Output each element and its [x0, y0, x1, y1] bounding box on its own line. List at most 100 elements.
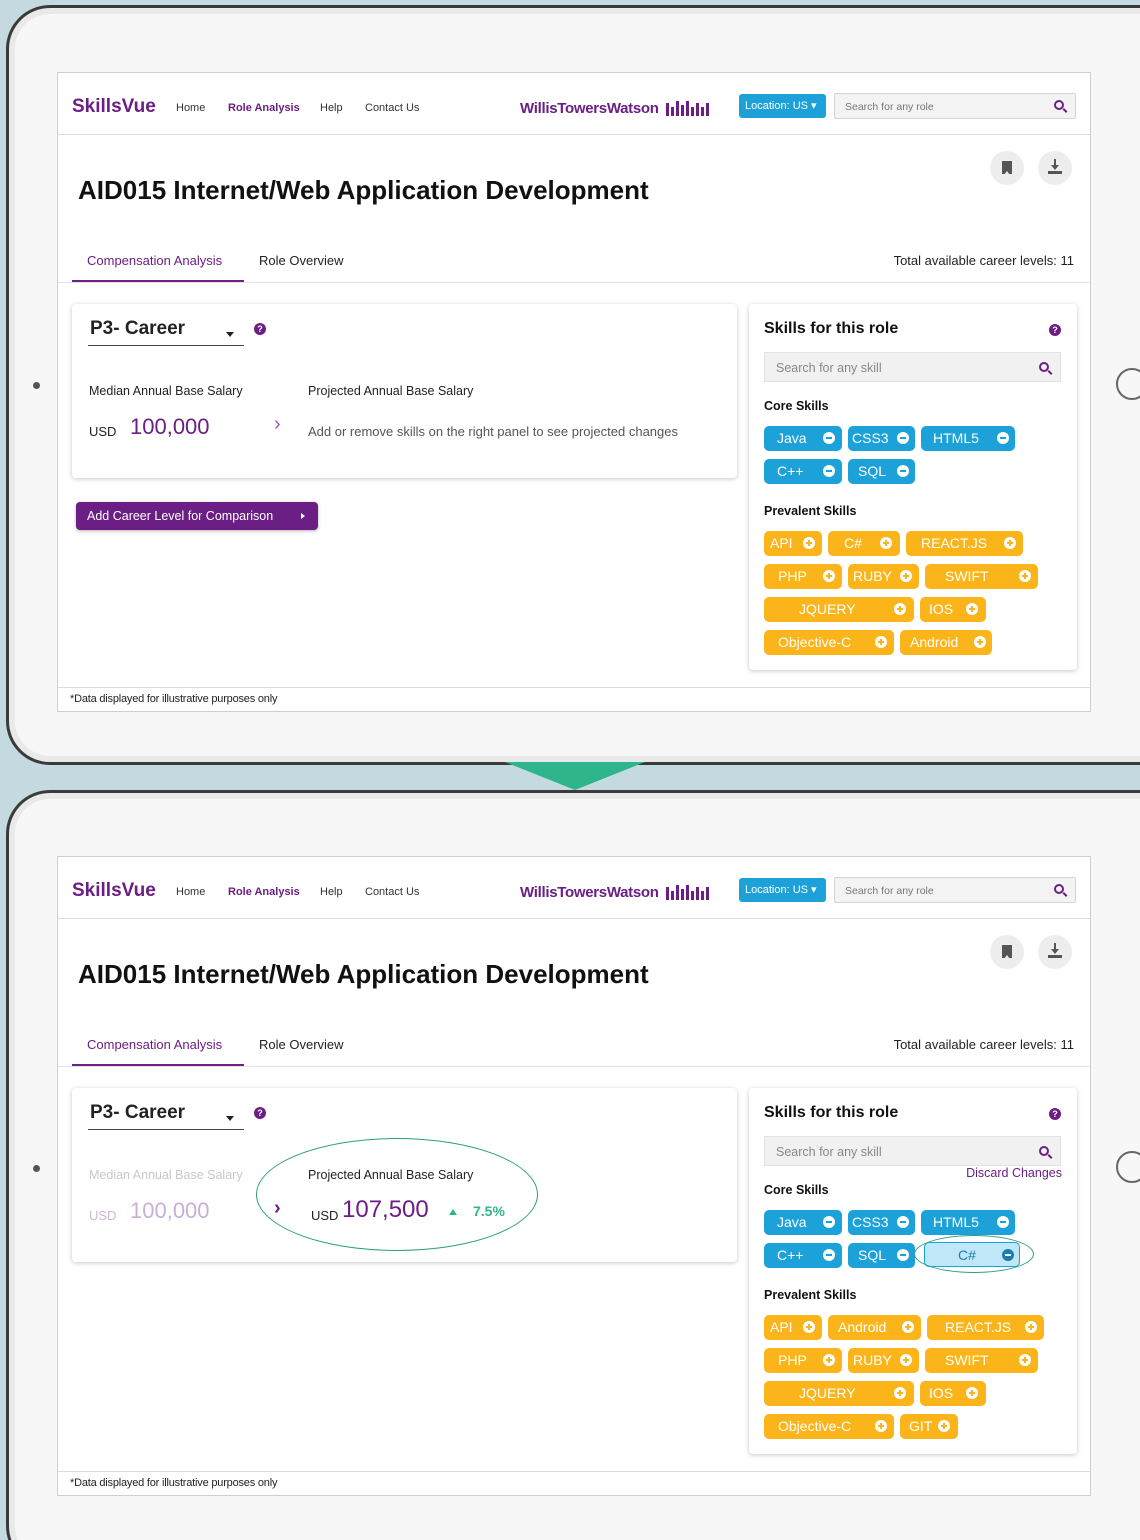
- plus-circle-icon[interactable]: [823, 570, 835, 582]
- plus-circle-icon[interactable]: [966, 1387, 978, 1399]
- plus-circle-icon[interactable]: [823, 1354, 835, 1366]
- brand-logo[interactable]: SkillsVue: [72, 880, 156, 902]
- minus-circle-icon[interactable]: [897, 432, 909, 444]
- nav-link-home[interactable]: Home: [176, 102, 205, 114]
- help-icon[interactable]: ?: [1049, 1108, 1061, 1120]
- minus-circle-icon[interactable]: [897, 1216, 909, 1228]
- plus-circle-icon[interactable]: [900, 1354, 912, 1366]
- skill-chip-java[interactable]: Java: [764, 426, 842, 451]
- career-level-dropdown[interactable]: P3- Career: [88, 316, 244, 346]
- minus-circle-icon[interactable]: [823, 465, 835, 477]
- skill-chip-api[interactable]: API: [764, 531, 822, 556]
- skill-chip-sql[interactable]: SQL: [848, 459, 915, 484]
- skill-chip-css3[interactable]: CSS3: [848, 1210, 915, 1235]
- location-dropdown[interactable]: Location: US ▾: [739, 878, 826, 902]
- minus-circle-icon[interactable]: [997, 432, 1009, 444]
- bookmark-button[interactable]: [990, 151, 1024, 185]
- skill-chip-html5[interactable]: HTML5: [921, 1210, 1015, 1235]
- skill-chip-csharp[interactable]: C#: [828, 531, 900, 556]
- plus-circle-icon[interactable]: [1019, 570, 1031, 582]
- skill-chip-jquery[interactable]: JQUERY: [764, 597, 914, 622]
- help-icon[interactable]: ?: [1049, 324, 1061, 336]
- skill-chip-java[interactable]: Java: [764, 1210, 842, 1235]
- tab-compensation-analysis[interactable]: Compensation Analysis: [87, 253, 222, 268]
- skill-chip-ruby[interactable]: RUBY: [848, 564, 919, 589]
- location-dropdown[interactable]: Location: US ▾: [739, 94, 826, 118]
- skill-chip-cpp[interactable]: C++: [764, 1243, 842, 1268]
- plus-circle-icon[interactable]: [803, 1321, 815, 1333]
- plus-circle-icon[interactable]: [966, 603, 978, 615]
- home-button[interactable]: [1116, 368, 1140, 400]
- skill-chip-ruby[interactable]: RUBY: [848, 1348, 919, 1373]
- download-button[interactable]: [1038, 151, 1072, 185]
- plus-circle-icon[interactable]: [875, 636, 887, 648]
- skill-chip-reactjs[interactable]: REACT.JS: [906, 531, 1023, 556]
- plus-circle-icon[interactable]: [974, 636, 986, 648]
- skill-chip-android[interactable]: Android: [828, 1315, 921, 1340]
- plus-circle-icon[interactable]: [1004, 537, 1016, 549]
- skill-search-input[interactable]: Search for any skill: [764, 1136, 1061, 1166]
- minus-circle-icon[interactable]: [823, 1216, 835, 1228]
- help-icon[interactable]: ?: [254, 1107, 266, 1119]
- tab-role-overview[interactable]: Role Overview: [259, 1037, 344, 1052]
- skill-chip-ios[interactable]: IOS: [920, 1381, 986, 1406]
- bookmark-button[interactable]: [990, 935, 1024, 969]
- nav-link-contact-us[interactable]: Contact Us: [365, 886, 419, 898]
- skill-chip-swift[interactable]: SWIFT: [925, 1348, 1038, 1373]
- discard-changes-link[interactable]: Discard Changes: [966, 1166, 1062, 1180]
- skill-chip-jquery[interactable]: JQUERY: [764, 1381, 914, 1406]
- tab-role-overview[interactable]: Role Overview: [259, 253, 344, 268]
- tab-compensation-analysis[interactable]: Compensation Analysis: [87, 1037, 222, 1052]
- plus-circle-icon[interactable]: [880, 537, 892, 549]
- nav-link-contact-us[interactable]: Contact Us: [365, 102, 419, 114]
- nav-link-home[interactable]: Home: [176, 886, 205, 898]
- plus-circle-icon[interactable]: [900, 570, 912, 582]
- skill-chip-php[interactable]: PHP: [764, 564, 842, 589]
- skill-chip-html5[interactable]: HTML5: [921, 426, 1015, 451]
- career-level-dropdown[interactable]: P3- Career: [88, 1100, 244, 1130]
- plus-circle-icon[interactable]: [875, 1420, 887, 1432]
- help-icon[interactable]: ?: [254, 323, 266, 335]
- plus-circle-icon[interactable]: [1019, 1354, 1031, 1366]
- projected-salary-label: Projected Annual Base Salary: [308, 384, 474, 398]
- search-icon[interactable]: [1054, 100, 1064, 110]
- skill-chip-cpp[interactable]: C++: [764, 459, 842, 484]
- brand-logo[interactable]: SkillsVue: [72, 96, 156, 118]
- search-icon[interactable]: [1039, 1146, 1049, 1156]
- search-icon[interactable]: [1039, 362, 1049, 372]
- nav-link-help[interactable]: Help: [320, 886, 343, 898]
- skill-chip-objective-c[interactable]: Objective-C: [764, 630, 894, 655]
- plus-circle-icon[interactable]: [894, 1387, 906, 1399]
- add-career-level-button[interactable]: Add Career Level for Comparison: [76, 502, 318, 530]
- plus-circle-icon[interactable]: [1025, 1321, 1037, 1333]
- skill-chip-objective-c[interactable]: Objective-C: [764, 1414, 894, 1439]
- download-button[interactable]: [1038, 935, 1072, 969]
- triangle-right-icon: [301, 513, 305, 519]
- minus-circle-icon[interactable]: [897, 1249, 909, 1261]
- skill-chip-android[interactable]: Android: [900, 630, 992, 655]
- skill-chip-sql[interactable]: SQL: [848, 1243, 915, 1268]
- minus-circle-icon[interactable]: [823, 432, 835, 444]
- skill-chip-php[interactable]: PHP: [764, 1348, 842, 1373]
- nav-link-role-analysis[interactable]: Role Analysis: [228, 886, 300, 898]
- plus-circle-icon[interactable]: [894, 603, 906, 615]
- role-search-input[interactable]: Search for any role: [834, 877, 1076, 903]
- skill-chip-swift[interactable]: SWIFT: [925, 564, 1038, 589]
- skill-chip-git[interactable]: GIT: [900, 1414, 958, 1439]
- nav-link-role-analysis[interactable]: Role Analysis: [228, 102, 300, 114]
- skill-chip-reactjs[interactable]: REACT.JS: [927, 1315, 1044, 1340]
- nav-link-help[interactable]: Help: [320, 102, 343, 114]
- home-button[interactable]: [1116, 1151, 1140, 1183]
- minus-circle-icon[interactable]: [823, 1249, 835, 1261]
- plus-circle-icon[interactable]: [938, 1420, 950, 1432]
- plus-circle-icon[interactable]: [902, 1321, 914, 1333]
- plus-circle-icon[interactable]: [803, 537, 815, 549]
- skill-search-input[interactable]: Search for any skill: [764, 352, 1061, 382]
- minus-circle-icon[interactable]: [997, 1216, 1009, 1228]
- skill-chip-ios[interactable]: IOS: [920, 597, 986, 622]
- search-icon[interactable]: [1054, 884, 1064, 894]
- skill-chip-api[interactable]: API: [764, 1315, 822, 1340]
- minus-circle-icon[interactable]: [897, 465, 909, 477]
- role-search-input[interactable]: Search for any role: [834, 93, 1076, 119]
- skill-chip-css3[interactable]: CSS3: [848, 426, 915, 451]
